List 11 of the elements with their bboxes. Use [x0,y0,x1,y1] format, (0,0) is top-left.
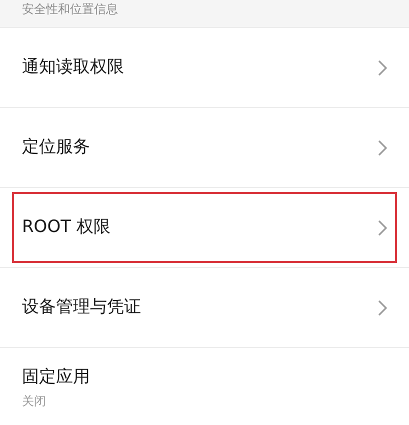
setting-value: 关闭 [22,393,47,410]
setting-label: 通知读取权限 [22,56,124,79]
settings-row[interactable]: 通知读取权限 [0,28,409,108]
setting-label: 定位服务 [22,136,90,159]
setting-label: 设备管理与凭证 [22,296,141,319]
setting-label: 固定应用 [22,366,90,389]
section-header: 安全性和位置信息 [22,1,118,17]
setting-label: ROOT 权限 [22,216,110,239]
settings-row[interactable]: 固定应用 关闭 [0,348,409,425]
settings-row[interactable]: 定位服务 [0,108,409,188]
settings-row[interactable]: 设备管理与凭证 [0,268,409,348]
